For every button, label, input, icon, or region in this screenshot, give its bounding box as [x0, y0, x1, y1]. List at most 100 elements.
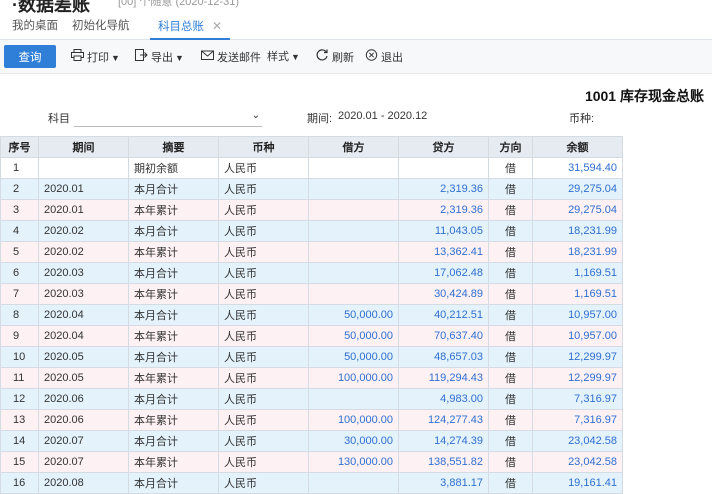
cell-seq: 13 — [0, 409, 39, 431]
col-header-currency[interactable]: 币种 — [218, 136, 309, 158]
cell-seq: 14 — [0, 430, 39, 452]
table-row[interactable]: 8 2020.04 本月合计 人民币 50,000.00 40,212.51 借 10,957… — [0, 304, 623, 326]
export-label: 导出 — [151, 52, 173, 64]
cell-balance: 12,299.97 — [532, 367, 623, 389]
col-header-credit[interactable]: 贷方 — [398, 136, 489, 158]
cell-credit: 3,881.17 — [398, 472, 489, 494]
refresh-button[interactable]: 刷新 — [315, 49, 354, 65]
col-header-period[interactable]: 期间 — [38, 136, 129, 158]
cell-summary: 本年累计 — [128, 199, 219, 221]
cell-currency: 人民币 — [218, 304, 309, 326]
cell-debit: 100,000.00 — [308, 409, 399, 431]
cell-balance: 18,231.99 — [532, 220, 623, 242]
table-row[interactable]: 13 2020.06 本年累计 人民币 100,000.00 124,277.43 借 7,3… — [0, 409, 623, 431]
cell-credit: 30,424.89 — [398, 283, 489, 305]
table-row[interactable]: 11 2020.05 本年累计 人民币 100,000.00 119,294.43 借 12,… — [0, 367, 623, 389]
table-row[interactable]: 16 2020.08 本月合计 人民币 3,881.17 借 19,161.41 — [0, 472, 623, 494]
cell-balance: 10,957.00 — [532, 325, 623, 347]
currency-label: 币种: — [569, 113, 595, 125]
cell-seq: 9 — [0, 325, 39, 347]
subject-select[interactable]: ⌄ — [74, 107, 262, 127]
table-row[interactable]: 6 2020.03 本月合计 人民币 17,062.48 借 1,169.51 — [0, 262, 623, 284]
tab-subject-ledger[interactable]: 科目总账 ✕ — [150, 14, 231, 40]
cell-summary: 本年累计 — [128, 451, 219, 473]
cell-balance: 18,231.99 — [532, 241, 623, 263]
send-email-button[interactable]: 发送邮件 — [200, 49, 261, 65]
cell-summary: 本月合计 — [128, 388, 219, 410]
period-label: 期间: — [307, 113, 333, 125]
col-header-direction[interactable]: 方向 — [488, 136, 533, 158]
table-row[interactable]: 14 2020.07 本月合计 人民币 30,000.00 14,274.39 借 23,04… — [0, 430, 623, 452]
cell-currency: 人民币 — [218, 178, 309, 200]
col-header-debit[interactable]: 借方 — [308, 136, 399, 158]
cell-debit: 130,000.00 — [308, 451, 399, 473]
cell-balance: 10,957.00 — [532, 304, 623, 326]
cell-credit: 138,551.82 — [398, 451, 489, 473]
table-row[interactable]: 7 2020.03 本年累计 人民币 30,424.89 借 1,169.51 — [0, 283, 623, 305]
cell-currency: 人民币 — [218, 283, 309, 305]
cell-currency: 人民币 — [218, 325, 309, 347]
query-button[interactable]: 查询 — [4, 45, 56, 68]
cell-seq: 7 — [0, 283, 39, 305]
table-row[interactable]: 1 期初余额 人民币 借 31,594.40 — [0, 157, 623, 179]
exit-label: 退出 — [381, 52, 403, 64]
cell-period: 2020.03 — [38, 283, 129, 305]
cell-debit — [308, 178, 399, 200]
table-row[interactable]: 5 2020.02 本年累计 人民币 13,362.41 借 18,231.99 — [0, 241, 623, 263]
cell-period: 2020.01 — [38, 178, 129, 200]
col-header-seq[interactable]: 序号 — [0, 136, 39, 158]
cell-balance: 7,316.97 — [532, 388, 623, 410]
col-header-summary[interactable]: 摘要 — [128, 136, 219, 158]
cell-balance: 19,161.41 — [532, 472, 623, 494]
tab-label: 初始化导航 — [72, 20, 130, 32]
table-row[interactable]: 3 2020.01 本年累计 人民币 2,319.36 借 29,275.04 — [0, 199, 623, 221]
tab-my-desktop[interactable]: 我的桌面 — [4, 14, 66, 40]
cell-summary: 本年累计 — [128, 367, 219, 389]
cell-debit: 50,000.00 — [308, 325, 399, 347]
table-row[interactable]: 12 2020.06 本月合计 人民币 4,983.00 借 7,316.97 — [0, 388, 623, 410]
cell-seq: 4 — [0, 220, 39, 242]
app-header: ·数据差账 [00] 个随意 (2020-12-31) — [0, 0, 712, 14]
cell-balance: 1,169.51 — [532, 262, 623, 284]
cell-currency: 人民币 — [218, 157, 309, 179]
cell-balance: 7,316.97 — [532, 409, 623, 431]
cell-currency: 人民币 — [218, 220, 309, 242]
tab-init-guide[interactable]: 初始化导航 — [64, 14, 138, 40]
close-icon[interactable]: ✕ — [212, 19, 222, 33]
table-row[interactable]: 9 2020.04 本年累计 人民币 50,000.00 70,637.40 借 10,957… — [0, 325, 623, 347]
cell-period: 2020.07 — [38, 451, 129, 473]
style-label: 样式 — [267, 51, 289, 63]
cell-currency: 人民币 — [218, 388, 309, 410]
cell-debit — [308, 220, 399, 242]
cell-seq: 16 — [0, 472, 39, 494]
col-header-balance[interactable]: 余额 — [532, 136, 623, 158]
cell-direction: 借 — [488, 304, 533, 326]
style-dropdown[interactable]: 样式 ▼ — [267, 49, 300, 65]
cell-summary: 本月合计 — [128, 346, 219, 368]
cell-period: 2020.06 — [38, 388, 129, 410]
cell-direction: 借 — [488, 388, 533, 410]
table-row[interactable]: 2 2020.01 本月合计 人民币 2,319.36 借 29,275.04 — [0, 178, 623, 200]
cell-direction: 借 — [488, 283, 533, 305]
table-row[interactable]: 15 2020.07 本年累计 人民币 130,000.00 138,551.82 借 23,… — [0, 451, 623, 473]
printer-icon — [70, 49, 84, 65]
cell-summary: 本月合计 — [128, 304, 219, 326]
table-row[interactable]: 10 2020.05 本月合计 人民币 50,000.00 48,657.03 借 12,29… — [0, 346, 623, 368]
cell-debit — [308, 157, 399, 179]
cell-direction: 借 — [488, 430, 533, 452]
print-button[interactable]: 打印 ▼ — [70, 49, 120, 65]
export-button[interactable]: 导出 ▼ — [134, 49, 184, 65]
cell-period: 2020.05 — [38, 367, 129, 389]
refresh-icon — [315, 49, 329, 65]
cell-seq: 5 — [0, 241, 39, 263]
table-row[interactable]: 4 2020.02 本月合计 人民币 11,043.05 借 18,231.99 — [0, 220, 623, 242]
cell-balance: 23,042.58 — [532, 451, 623, 473]
cell-seq: 8 — [0, 304, 39, 326]
cell-period: 2020.05 — [38, 346, 129, 368]
cell-balance: 31,594.40 — [532, 157, 623, 179]
cell-seq: 11 — [0, 367, 39, 389]
account-info: [00] 个随意 (2020-12-31) — [118, 0, 240, 8]
table-header-row: 序号 期间 摘要 币种 借方 贷方 方向 余额 — [0, 136, 623, 158]
cell-credit: 13,362.41 — [398, 241, 489, 263]
exit-button[interactable]: 退出 — [364, 49, 403, 65]
